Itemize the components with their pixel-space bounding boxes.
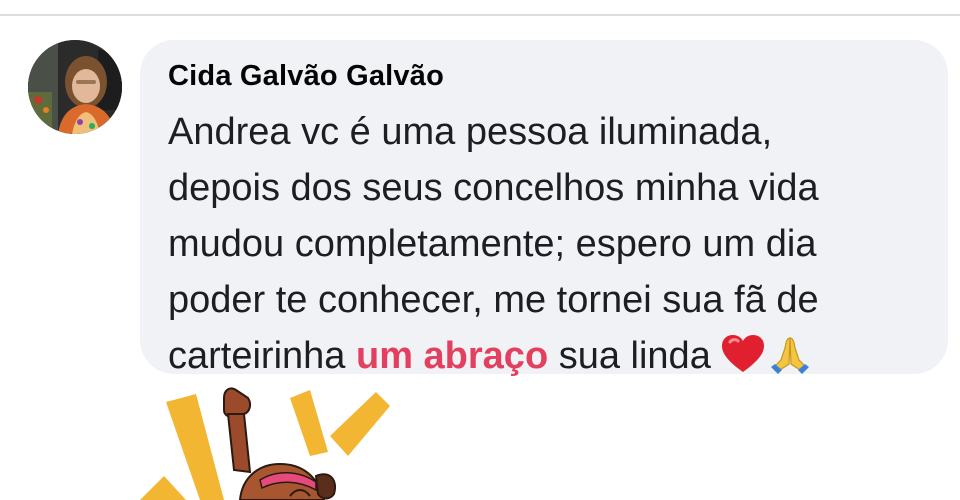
comment-line: mudou completamente; espero um dia	[168, 223, 817, 265]
heart-icon	[721, 334, 765, 390]
facebook-comment-screenshot: Cida Galvão Galvão Andrea vc é uma pesso…	[0, 0, 960, 500]
celebrating-person-sticker[interactable]	[140, 380, 440, 500]
highlighted-text: um abraço	[355, 335, 549, 377]
comment-bubble: Cida Galvão Galvão Andrea vc é uma pesso…	[140, 40, 948, 377]
comment-text: Andrea vc é uma pessoa iluminada, depois…	[168, 104, 928, 390]
comment-text-segment: carteirinha	[168, 335, 356, 377]
avatar[interactable]	[28, 40, 122, 134]
folded-hands-icon	[767, 334, 813, 390]
comment-author-name[interactable]: Cida Galvão Galvão	[168, 60, 444, 93]
top-divider	[0, 14, 960, 16]
comment-line: poder te conhecer, me tornei sua fã de	[168, 279, 819, 321]
comment-text-segment: sua linda	[548, 335, 711, 377]
avatar-photo	[28, 40, 122, 134]
comment-line: depois dos seus concelhos minha vida	[168, 167, 819, 209]
comment-line: Andrea vc é uma pessoa iluminada,	[168, 111, 773, 153]
